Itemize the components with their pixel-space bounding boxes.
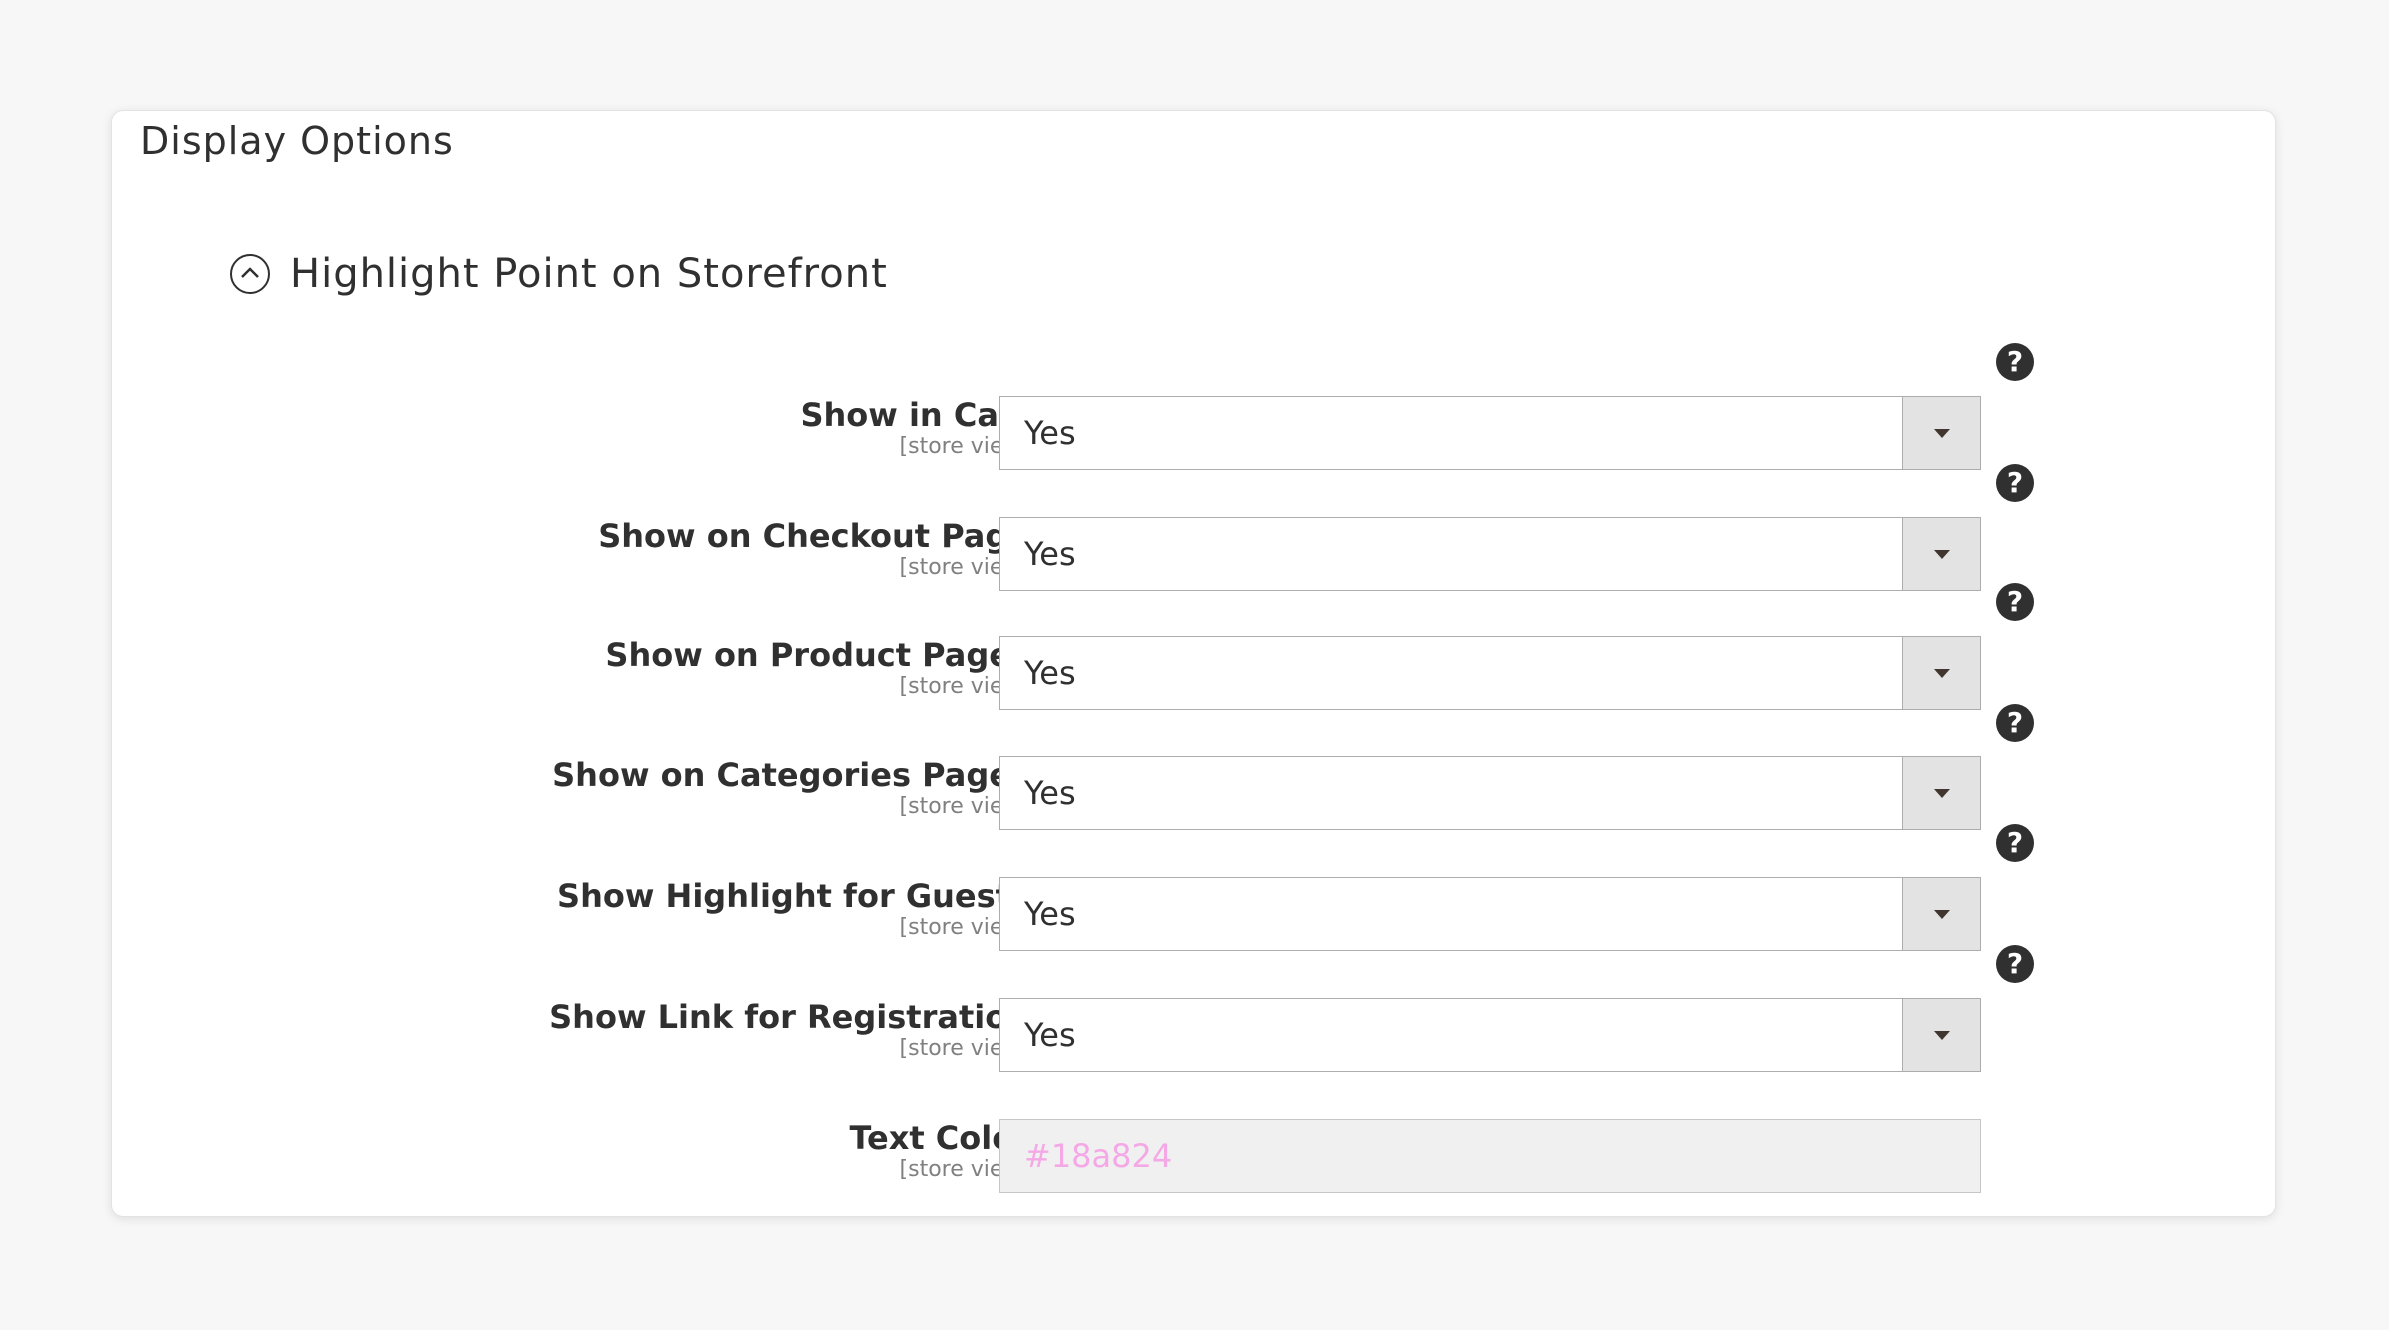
field-row-show-in-cart: Show in Cart [store view] Yes [112, 396, 2275, 470]
select-value: Yes [1024, 654, 1076, 692]
section-title: Highlight Point on Storefront [290, 251, 888, 297]
show-on-categories-pages-select[interactable]: Yes [999, 756, 1981, 830]
help-icon[interactable]: ? [1996, 343, 2034, 381]
dropdown-arrow-icon[interactable] [1902, 757, 1980, 829]
show-in-cart-select[interactable]: Yes [999, 396, 1981, 470]
chevron-up-circle-icon[interactable] [230, 254, 270, 294]
field-label-group: Show in Cart [store view] [800, 396, 1030, 460]
panel-title: Display Options [140, 119, 454, 163]
scope-label: [store view] [899, 434, 1030, 459]
dropdown-arrow-icon[interactable] [1902, 397, 1980, 469]
show-on-checkout-page-select[interactable]: Yes [999, 517, 1981, 591]
show-highlight-for-guests-select[interactable]: Yes [999, 877, 1981, 951]
select-value: Yes [1024, 1016, 1076, 1054]
show-on-product-pages-select[interactable]: Yes [999, 636, 1981, 710]
field-row-show-on-categories-pages: Show on Categories Pages [store view] Ye… [112, 756, 2275, 830]
select-value: Yes [1024, 414, 1076, 452]
field-label-group: Show on Checkout Page [store view] [598, 517, 1030, 581]
field-row-text-color: Text Color [store view] #18a824 [112, 1119, 2275, 1193]
scope-label: [store view] [899, 555, 1030, 580]
field-label: Show on Checkout Page [598, 517, 1030, 555]
dropdown-arrow-icon[interactable] [1902, 999, 1980, 1071]
dropdown-arrow-icon[interactable] [1902, 878, 1980, 950]
display-options-panel: Display Options Highlight Point on Store… [111, 110, 2276, 1217]
field-label: Show on Categories Pages [552, 756, 1030, 794]
dropdown-arrow-icon[interactable] [1902, 637, 1980, 709]
select-value: Yes [1024, 535, 1076, 573]
dropdown-arrow-icon[interactable] [1902, 518, 1980, 590]
field-label: Show Link for Registration [549, 998, 1030, 1036]
scope-label: [store view] [899, 915, 1030, 940]
field-label-group: Show on Product Pages [store view] [605, 636, 1030, 700]
field-row-show-on-product-pages: Show on Product Pages [store view] Yes [112, 636, 2275, 710]
text-color-value: #18a824 [1024, 1137, 1173, 1175]
field-label: Show on Product Pages [605, 636, 1030, 674]
field-row-show-link-for-registration: Show Link for Registration [store view] … [112, 998, 2275, 1072]
field-row-show-on-checkout-page: Show on Checkout Page [store view] Yes [112, 517, 2275, 591]
scope-label: [store view] [899, 674, 1030, 699]
field-label: Show in Cart [800, 396, 1030, 434]
text-color-input[interactable]: #18a824 [999, 1119, 1981, 1193]
scope-label: [store view] [899, 1036, 1030, 1061]
show-link-for-registration-select[interactable]: Yes [999, 998, 1981, 1072]
select-value: Yes [1024, 774, 1076, 812]
select-value: Yes [1024, 895, 1076, 933]
field-label-group: Show on Categories Pages [store view] [552, 756, 1030, 820]
field-row-show-highlight-for-guests: Show Highlight for Guests [store view] Y… [112, 877, 2275, 951]
section-toggle[interactable]: Highlight Point on Storefront [230, 251, 888, 297]
scope-label: [store view] [899, 794, 1030, 819]
field-label-group: Show Highlight for Guests [store view] [557, 877, 1030, 941]
field-label: Show Highlight for Guests [557, 877, 1030, 915]
field-label-group: Show Link for Registration [store view] [549, 998, 1030, 1062]
